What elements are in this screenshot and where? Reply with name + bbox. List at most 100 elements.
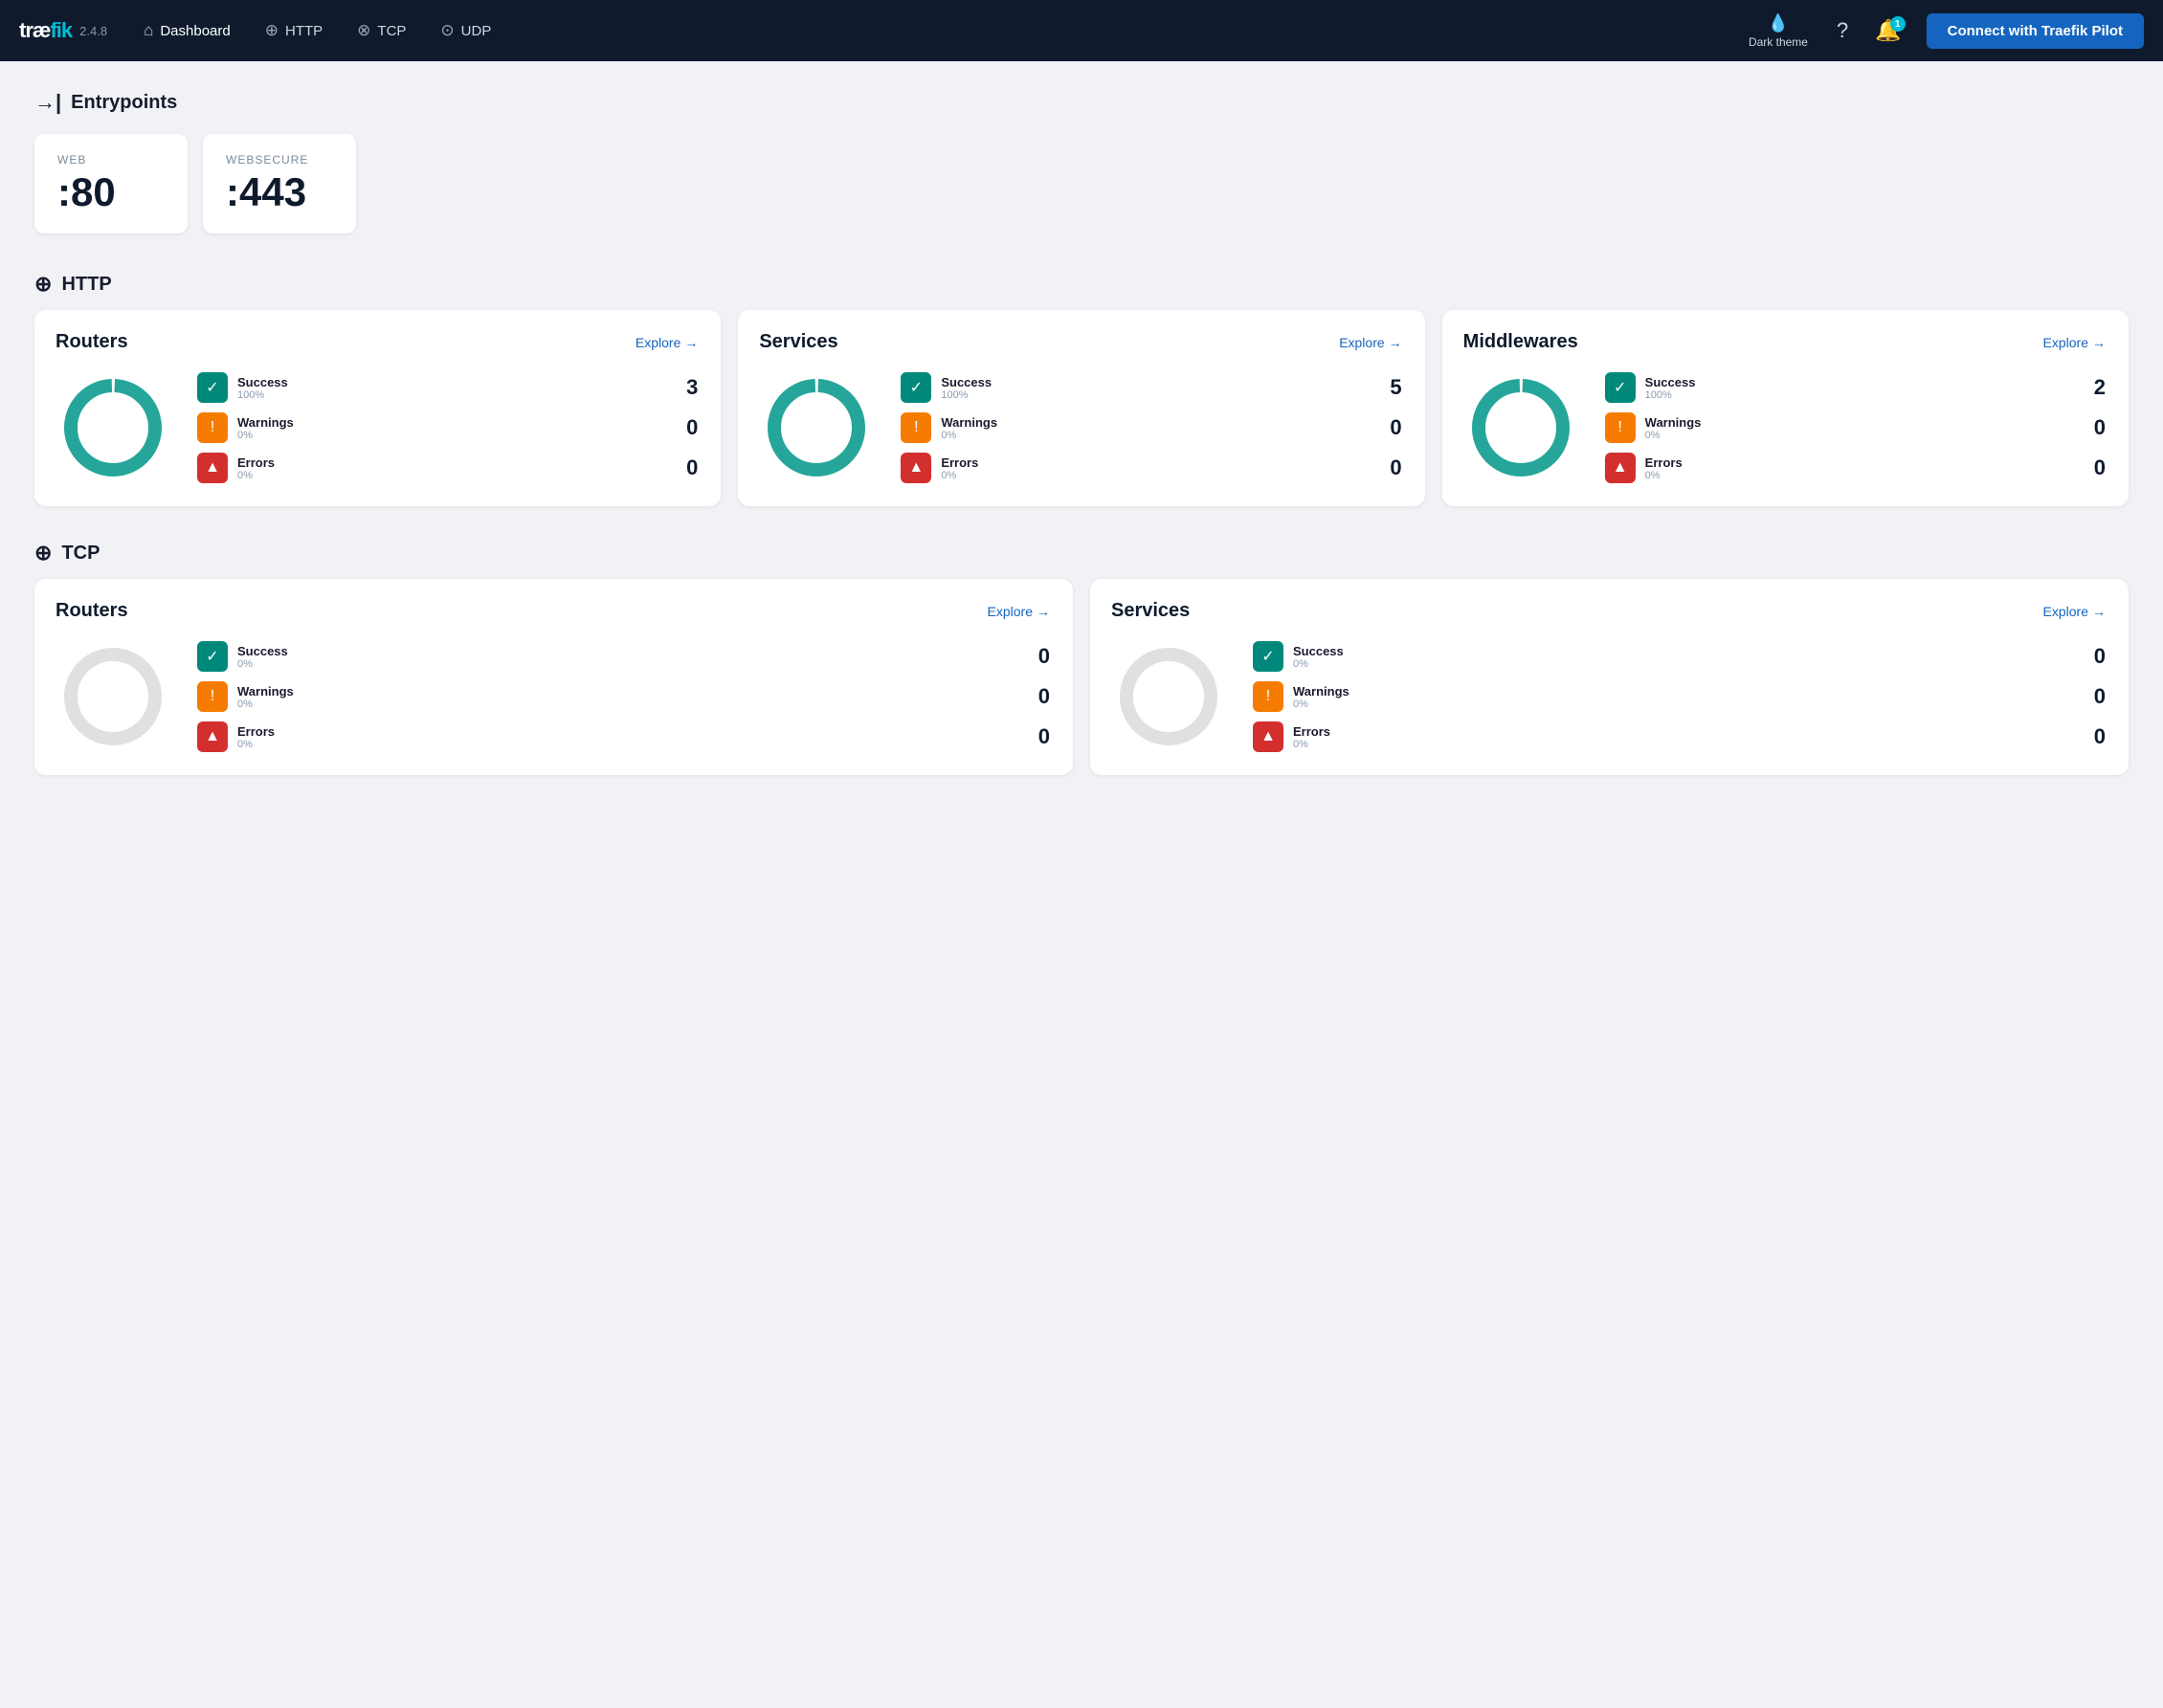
donut-chart xyxy=(759,370,874,485)
success-icon: ✓ xyxy=(1605,372,1636,403)
explore-link[interactable]: Explore → xyxy=(2043,604,2106,619)
entrypoint-web[interactable]: WEB :80 xyxy=(34,134,188,233)
brand-logo: træfik xyxy=(19,18,72,43)
card-services: Services Explore → ✓ Success 100% xyxy=(738,310,1424,506)
navbar: træfik 2.4.8 ⌂ Dashboard ⊕ HTTP ⊗ TCP ⊙ … xyxy=(0,0,2163,61)
error-icon: ▲ xyxy=(1253,721,1283,752)
explore-label: Explore xyxy=(988,604,1033,619)
donut-chart xyxy=(1463,370,1578,485)
entrypoints-row: WEB :80 WEBSECURE :443 xyxy=(34,134,2129,233)
tcp-globe-icon: ⊗ xyxy=(357,21,370,40)
main-content: →| Entrypoints WEB :80 WEBSECURE :443 ⊕ … xyxy=(0,61,2163,838)
help-button[interactable]: ? xyxy=(1827,12,1858,49)
card-services: Services Explore → ✓ Success 0% 0 xyxy=(1090,579,2129,775)
http-section-title: HTTP xyxy=(61,274,111,296)
card-header: Services Explore → xyxy=(1111,600,2106,622)
warning-icon: ! xyxy=(197,412,228,443)
explore-arrow-icon: → xyxy=(2092,604,2106,619)
home-icon: ⌂ xyxy=(144,21,153,40)
explore-label: Explore xyxy=(2043,335,2088,350)
connect-pilot-button[interactable]: Connect with Traefik Pilot xyxy=(1927,13,2144,49)
card-routers: Routers Explore → ✓ Success 100% 3 xyxy=(34,310,721,506)
nav-udp-label: UDP xyxy=(461,23,492,39)
http-globe-icon: ⊕ xyxy=(265,21,279,40)
warning-icon: ! xyxy=(1605,412,1636,443)
entrypoints-section-header: →| Entrypoints xyxy=(34,90,2129,115)
success-icon: ✓ xyxy=(197,372,228,403)
donut-chart xyxy=(1111,639,1226,754)
stats-list: ✓ Success 100% 5 ! Warnings 0% 0 ▲ xyxy=(901,372,1401,483)
card-title: Routers xyxy=(56,331,128,353)
entrypoint-websecure-label: WEBSECURE xyxy=(226,153,327,166)
stat-row-error: ▲ Errors 0% 0 xyxy=(901,453,1401,483)
brand-name-part2: fik xyxy=(50,18,72,42)
card-title: Routers xyxy=(56,600,128,622)
notifications-button[interactable]: 🔔 1 xyxy=(1865,12,1910,49)
error-icon: ▲ xyxy=(1605,453,1636,483)
card-body: ✓ Success 0% 0 ! Warnings 0% 0 ▲ Er xyxy=(56,639,1050,754)
nav-udp[interactable]: ⊙ UDP xyxy=(427,13,504,48)
warning-icon: ! xyxy=(901,412,931,443)
stats-list: ✓ Success 100% 2 ! Warnings 0% 0 ▲ xyxy=(1605,372,2106,483)
stat-row-error: ▲ Errors 0% 0 xyxy=(1605,453,2106,483)
nav-dashboard[interactable]: ⌂ Dashboard xyxy=(130,13,244,48)
stat-row-success: ✓ Success 0% 0 xyxy=(1253,641,2106,672)
entrypoint-web-label: WEB xyxy=(57,153,159,166)
explore-arrow-icon: → xyxy=(2092,335,2106,350)
card-title: Services xyxy=(759,331,837,353)
stat-row-success: ✓ Success 100% 2 xyxy=(1605,372,2106,403)
brand-version: 2.4.8 xyxy=(79,24,107,38)
brand-name-part1: træ xyxy=(19,18,50,42)
stat-row-warning: ! Warnings 0% 0 xyxy=(197,681,1050,712)
explore-arrow-icon: → xyxy=(1037,604,1050,619)
error-icon: ▲ xyxy=(197,453,228,483)
nav-dashboard-label: Dashboard xyxy=(160,23,230,39)
explore-link[interactable]: Explore → xyxy=(988,604,1050,619)
stat-row-error: ▲ Errors 0% 0 xyxy=(197,453,698,483)
nav-http[interactable]: ⊕ HTTP xyxy=(252,13,336,48)
explore-link[interactable]: Explore → xyxy=(636,335,698,350)
explore-arrow-icon: → xyxy=(684,335,698,350)
tcp-section-header: ⊕ TCP xyxy=(34,541,2129,566)
card-header: Services Explore → xyxy=(759,331,1401,353)
stat-row-success: ✓ Success 100% 5 xyxy=(901,372,1401,403)
nav-tcp[interactable]: ⊗ TCP xyxy=(344,13,419,48)
stat-row-error: ▲ Errors 0% 0 xyxy=(197,721,1050,752)
card-body: ✓ Success 100% 2 ! Warnings 0% 0 ▲ xyxy=(1463,370,2106,485)
stat-row-success: ✓ Success 100% 3 xyxy=(197,372,698,403)
card-header: Routers Explore → xyxy=(56,331,698,353)
tcp-section-title: TCP xyxy=(61,543,100,565)
card-title: Middlewares xyxy=(1463,331,1578,353)
explore-label: Explore xyxy=(2043,604,2088,619)
card-body: ✓ Success 0% 0 ! Warnings 0% 0 ▲ Er xyxy=(1111,639,2106,754)
explore-link[interactable]: Explore → xyxy=(1339,335,1401,350)
http-cards-row: Routers Explore → ✓ Success 100% 3 xyxy=(34,310,2129,506)
card-middlewares: Middlewares Explore → ✓ Success 100% xyxy=(1442,310,2129,506)
stat-row-warning: ! Warnings 0% 0 xyxy=(1605,412,2106,443)
success-icon: ✓ xyxy=(197,641,228,672)
stats-list: ✓ Success 100% 3 ! Warnings 0% 0 ▲ xyxy=(197,372,698,483)
donut-chart xyxy=(56,639,170,754)
stats-list: ✓ Success 0% 0 ! Warnings 0% 0 ▲ Er xyxy=(197,641,1050,752)
card-header: Middlewares Explore → xyxy=(1463,331,2106,353)
card-routers: Routers Explore → ✓ Success 0% 0 xyxy=(34,579,1073,775)
dark-theme-toggle[interactable]: 💧 Dark theme xyxy=(1737,8,1819,55)
warning-icon: ! xyxy=(197,681,228,712)
entrypoints-title: Entrypoints xyxy=(71,92,177,114)
explore-label: Explore xyxy=(1339,335,1384,350)
entrypoint-websecure[interactable]: WEBSECURE :443 xyxy=(203,134,356,233)
udp-globe-icon: ⊙ xyxy=(440,21,454,40)
dark-theme-label: Dark theme xyxy=(1749,35,1808,49)
card-header: Routers Explore → xyxy=(56,600,1050,622)
tcp-cards-row: Routers Explore → ✓ Success 0% 0 xyxy=(34,579,2129,775)
success-icon: ✓ xyxy=(901,372,931,403)
stat-row-warning: ! Warnings 0% 0 xyxy=(197,412,698,443)
http-section-header: ⊕ HTTP xyxy=(34,272,2129,297)
warning-icon: ! xyxy=(1253,681,1283,712)
explore-link[interactable]: Explore → xyxy=(2043,335,2106,350)
dark-theme-icon: 💧 xyxy=(1768,13,1789,33)
success-icon: ✓ xyxy=(1253,641,1283,672)
bell-badge: 1 xyxy=(1890,16,1906,32)
error-icon: ▲ xyxy=(901,453,931,483)
brand: træfik 2.4.8 xyxy=(19,18,107,43)
